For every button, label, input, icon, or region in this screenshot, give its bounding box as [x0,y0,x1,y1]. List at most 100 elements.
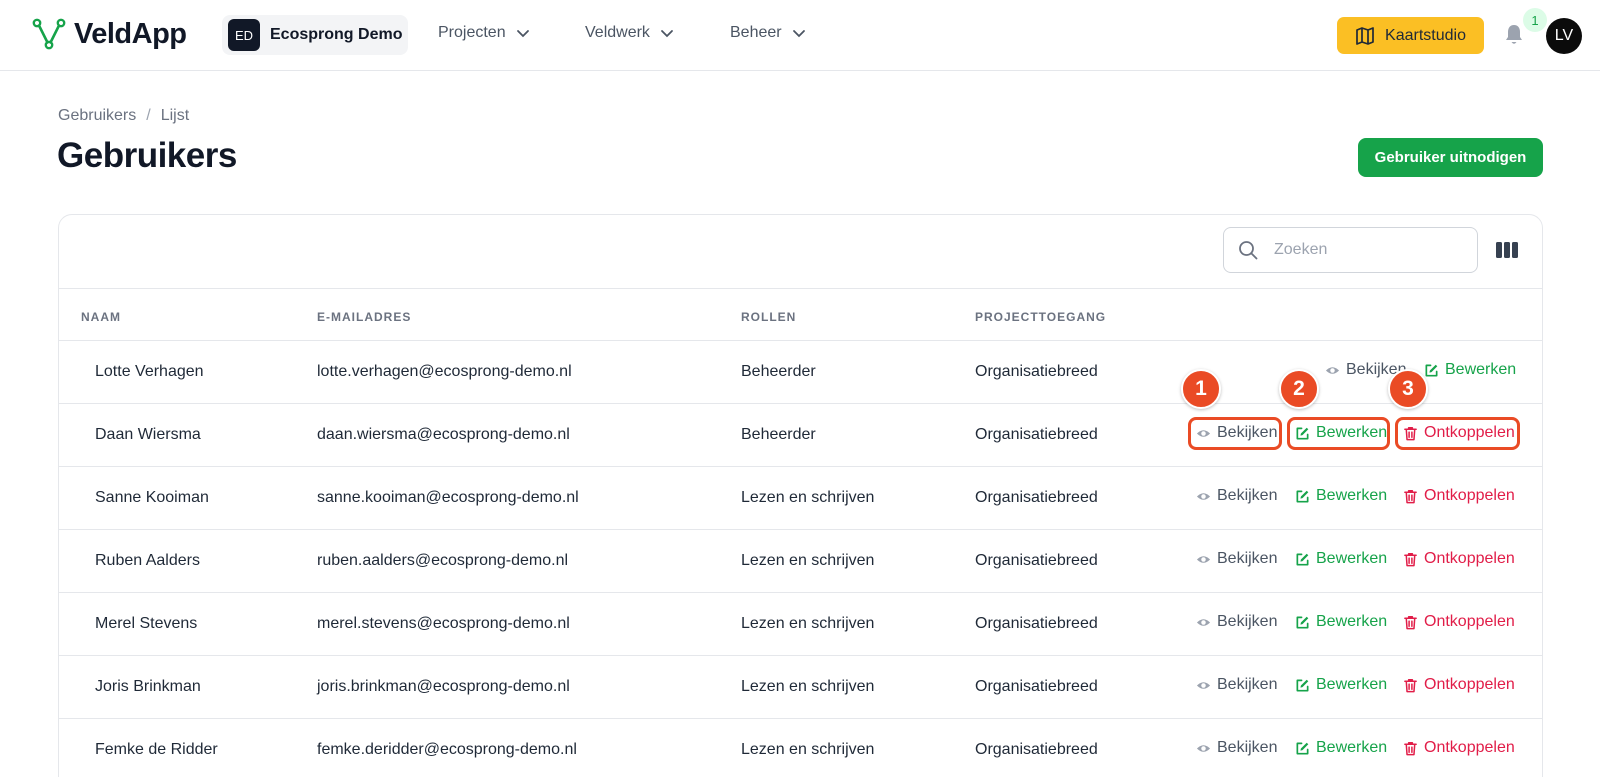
column-header-access[interactable]: PROJECTTOEGANG [975,310,1106,324]
top-bar: VeldApp ED Ecosprong Demo Projecten Veld… [0,0,1600,71]
table-header: NAAM E-MAILADRES ROLLEN PROJECTTOEGANG [59,289,1542,341]
nav-label: Veldwerk [585,24,650,41]
unlink-button[interactable]: Ontkoppelen [1403,613,1515,631]
user-access: Organisatiebreed [975,741,1098,758]
user-role: Beheerder [741,426,816,443]
edit-icon [1296,490,1309,502]
edit-label: Bewerken [1316,550,1388,567]
page-title: Gebruikers [57,136,237,175]
chevron-down-icon [516,30,529,38]
nav-veldwerk[interactable]: Veldwerk [585,24,674,42]
kaartstudio-label: Kaartstudio [1385,26,1466,44]
eye-icon [1196,681,1211,689]
user-access: Organisatiebreed [975,552,1098,569]
view-button[interactable]: Bekijken [1196,739,1277,757]
unlink-label: Ontkoppelen [1424,676,1515,693]
edit-icon [1296,679,1309,691]
trash-icon [1404,552,1417,566]
eye-icon [1196,555,1211,563]
unlink-button[interactable]: Ontkoppelen [1403,676,1515,694]
user-role: Lezen en schrijven [741,615,875,632]
organization-badge: ED [228,19,260,51]
unlink-button[interactable]: Ontkoppelen [1403,487,1515,505]
user-name: Merel Stevens [95,615,198,632]
view-label: Bekijken [1217,550,1278,567]
edit-button[interactable]: Bewerken [1295,613,1387,631]
edit-button[interactable]: Bewerken [1424,361,1516,379]
columns-icon[interactable] [1496,240,1518,260]
breadcrumb: Gebruikers / Lijst [58,107,189,125]
nav-label: Beheer [730,24,782,41]
view-label: Bekijken [1217,676,1278,693]
breadcrumb-separator: / [146,107,151,124]
user-email: sanne.kooiman@ecosprong-demo.nl [317,489,579,506]
nav-label: Projecten [438,24,506,41]
organization-switcher[interactable]: ED Ecosprong Demo [222,15,408,55]
column-header-name[interactable]: NAAM [81,310,121,324]
view-button[interactable]: Bekijken [1196,550,1277,568]
user-email: joris.brinkman@ecosprong-demo.nl [317,678,570,695]
user-name: Sanne Kooiman [95,489,209,506]
column-header-roles[interactable]: ROLLEN [741,310,796,324]
annotation-marker: 1 [1181,369,1221,409]
search-icon [1239,241,1258,260]
table-toolbar [59,215,1542,289]
user-access: Organisatiebreed [975,489,1098,506]
unlink-button[interactable]: Ontkoppelen [1403,739,1515,757]
user-role: Beheerder [741,363,816,380]
view-button[interactable]: Bekijken [1196,487,1277,505]
trash-icon [1404,489,1417,503]
eye-icon [1196,744,1211,752]
column-header-email[interactable]: E-MAILADRES [317,310,411,324]
user-name: Daan Wiersma [95,426,201,443]
table-row: Joris Brinkman joris.brinkman@ecosprong-d… [59,656,1542,719]
nav-beheer[interactable]: Beheer [730,24,806,42]
user-email: lotte.verhagen@ecosprong-demo.nl [317,363,572,380]
user-name: Joris Brinkman [95,678,201,695]
edit-button[interactable]: Bewerken [1295,676,1387,694]
trash-icon [1404,741,1417,755]
trash-icon [1404,615,1417,629]
edit-label: Bewerken [1316,613,1388,630]
view-button[interactable]: Bekijken [1196,613,1277,631]
view-button[interactable]: Bekijken [1196,676,1277,694]
trash-icon [1404,678,1417,692]
edit-button[interactable]: Bewerken [1295,550,1387,568]
app-logo[interactable]: VeldApp [32,17,187,51]
edit-icon [1296,553,1309,565]
chevron-down-icon [792,30,805,38]
edit-label: Bewerken [1316,487,1388,504]
users-table-card: NAAM E-MAILADRES ROLLEN PROJECTTOEGANG L… [58,214,1543,777]
search-box[interactable] [1223,227,1478,273]
app-brand: VeldApp [74,17,187,50]
invite-user-button[interactable]: Gebruiker uitnodigen [1358,138,1543,177]
user-email: ruben.aalders@ecosprong-demo.nl [317,552,569,569]
search-input[interactable] [1274,241,1444,259]
kaartstudio-button[interactable]: Kaartstudio [1337,17,1484,54]
nav-projecten[interactable]: Projecten [438,24,530,42]
eye-icon [1325,366,1340,374]
user-role: Lezen en schrijven [741,741,875,758]
view-label: Bekijken [1217,613,1278,630]
user-access: Organisatiebreed [975,426,1098,443]
edit-button[interactable]: Bewerken [1295,739,1387,757]
user-access: Organisatiebreed [975,363,1098,380]
user-name: Ruben Aalders [95,552,200,569]
unlink-label: Ontkoppelen [1424,550,1515,567]
breadcrumb-parent[interactable]: Gebruikers [58,107,136,125]
edit-icon [1296,742,1309,754]
table-row: Merel Stevens merel.stevens@ecosprong-dem… [59,593,1542,656]
user-avatar[interactable]: LV [1546,18,1582,54]
edit-button[interactable]: Bewerken [1295,487,1387,505]
user-name: Lotte Verhagen [95,363,204,380]
edit-label: Bewerken [1316,676,1388,693]
user-email: merel.stevens@ecosprong-demo.nl [317,615,570,632]
organization-name: Ecosprong Demo [270,26,403,43]
view-label: Bekijken [1217,487,1278,504]
unlink-label: Ontkoppelen [1424,739,1515,756]
bell-icon[interactable] [1502,23,1526,47]
user-email: femke.deridder@ecosprong-demo.nl [317,741,577,758]
table-row: Sanne Kooiman sanne.kooiman@ecosprong-dem… [59,467,1542,530]
unlink-button[interactable]: Ontkoppelen [1403,550,1515,568]
eye-icon [1196,618,1211,626]
